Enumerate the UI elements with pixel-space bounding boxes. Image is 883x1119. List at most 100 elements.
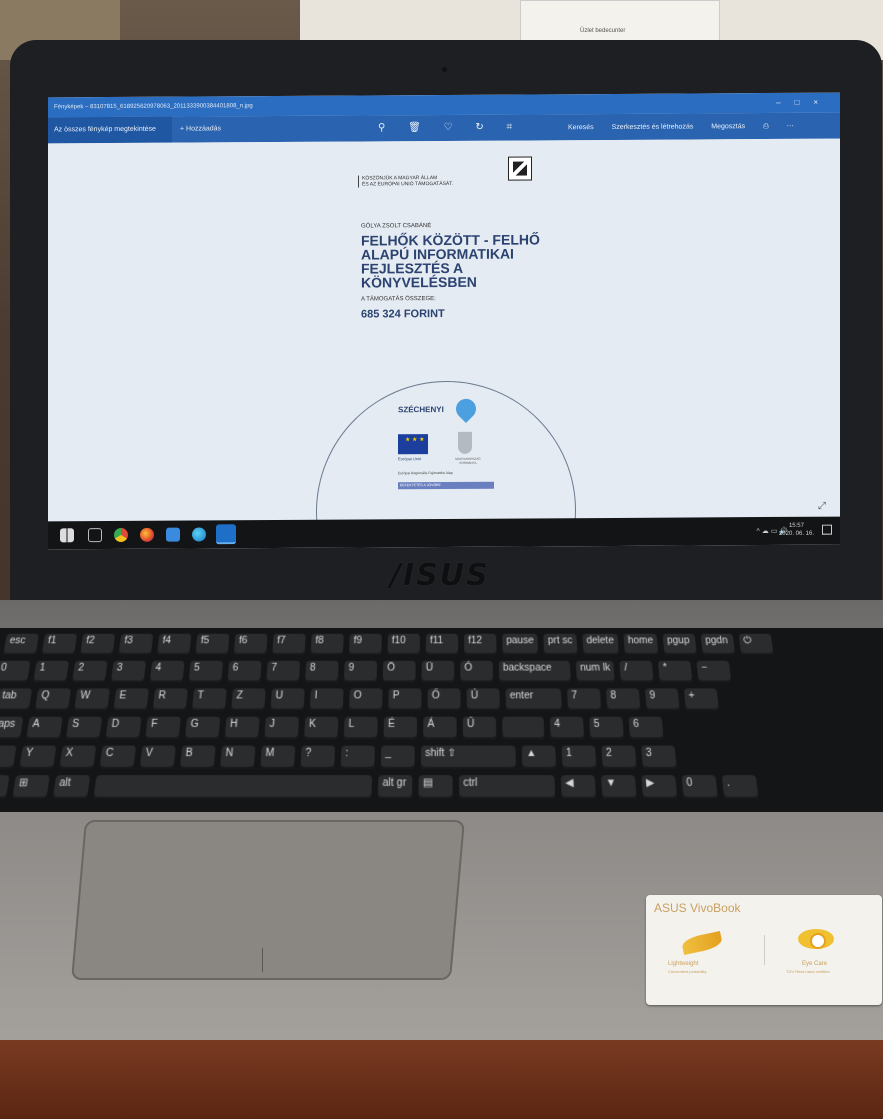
key[interactable]: N [220, 745, 256, 769]
key[interactable]: enter [505, 688, 562, 711]
edit-create-button[interactable]: Szerkesztés és létrehozás [612, 123, 694, 130]
key[interactable]: f6 [233, 633, 268, 655]
search-button[interactable]: Keresés [568, 124, 594, 131]
key[interactable] [93, 775, 373, 799]
key[interactable]: T [191, 688, 227, 711]
key[interactable]: É [383, 716, 418, 740]
key[interactable]: ▼ [600, 775, 637, 799]
key[interactable]: 0 [681, 775, 718, 799]
delete-icon[interactable]: 🗑 [408, 122, 421, 133]
key[interactable]: shift ⇧ [420, 745, 517, 769]
key[interactable]: ◀ [560, 775, 597, 799]
notification-icon[interactable] [822, 524, 832, 535]
firefox-icon[interactable] [140, 527, 154, 542]
key[interactable]: 5 [589, 716, 624, 740]
start-icon[interactable] [60, 528, 74, 543]
key[interactable]: J [264, 716, 300, 740]
key[interactable]: esc [3, 633, 40, 655]
key[interactable]: 7 [266, 660, 301, 683]
key[interactable]: F [145, 716, 181, 740]
key[interactable]: / [619, 660, 655, 683]
key[interactable]: A [26, 716, 63, 740]
key[interactable]: caps [0, 716, 24, 740]
taskbar-clock[interactable]: 15:57 2020. 06. 16. [779, 522, 814, 538]
key[interactable]: ? [300, 745, 336, 769]
key[interactable]: 4 [549, 716, 585, 740]
key[interactable]: E [113, 688, 149, 711]
key[interactable]: G [184, 716, 221, 740]
favorite-icon[interactable]: ♡ [444, 122, 453, 133]
key[interactable]: 3 [641, 745, 677, 769]
key[interactable]: backspace [498, 660, 571, 683]
key[interactable]: delete [582, 633, 619, 655]
key[interactable]: * [658, 660, 693, 683]
key[interactable]: Ó [460, 660, 494, 683]
key[interactable]: H [224, 716, 260, 740]
key[interactable]: I [309, 688, 344, 711]
key[interactable]: f10 [387, 633, 420, 655]
key[interactable]: 2 [601, 745, 637, 769]
key[interactable]: 8 [305, 660, 339, 683]
key[interactable]: f1 [41, 633, 78, 655]
more-icon[interactable]: ⋯ [787, 123, 794, 130]
key[interactable]: W [74, 688, 111, 711]
key[interactable]: 1 [561, 745, 597, 769]
key[interactable]: Í [0, 745, 17, 769]
key[interactable]: − [696, 660, 732, 683]
key[interactable]: B [179, 745, 216, 769]
key[interactable] [502, 716, 545, 740]
key[interactable]: 3 [110, 660, 147, 683]
key[interactable]: f3 [118, 633, 154, 655]
key[interactable]: X [59, 745, 97, 769]
key[interactable]: 7 [567, 688, 602, 711]
keyboard[interactable]: esc f1 f2 f3 f4 f5 f6 f7 f8 f9 f10 f11 f12 paus… [0, 628, 883, 812]
key[interactable]: fn [0, 775, 10, 799]
window-controls[interactable]: –□× [776, 98, 832, 107]
key[interactable]: V [139, 745, 176, 769]
touchpad[interactable] [71, 820, 465, 980]
key[interactable]: f11 [425, 633, 459, 655]
key[interactable]: 6 [227, 660, 262, 683]
key[interactable]: 4 [149, 660, 185, 683]
key[interactable]: 1 [33, 660, 70, 683]
key[interactable]: f8 [310, 633, 344, 655]
key[interactable]: ctrl [458, 775, 556, 799]
key[interactable]: f4 [156, 633, 192, 655]
key[interactable]: Ü [421, 660, 455, 683]
key[interactable]: : [340, 745, 375, 769]
key[interactable]: _ [380, 745, 415, 769]
fullscreen-icon[interactable]: ⤢ [818, 501, 826, 512]
key[interactable]: 5 [188, 660, 224, 683]
edge-icon[interactable] [192, 527, 206, 542]
key[interactable]: + [683, 688, 720, 711]
key[interactable]: ▤ [418, 775, 453, 799]
rotate-icon[interactable]: ↻ [475, 122, 483, 133]
see-all-photos-button[interactable]: Az összes fénykép megtekintése [48, 116, 172, 144]
key[interactable]: Á [423, 716, 457, 740]
chrome-icon[interactable] [114, 527, 128, 543]
key[interactable]: Y [19, 745, 57, 769]
key[interactable]: S [65, 716, 103, 740]
key[interactable]: D [105, 716, 142, 740]
key[interactable]: . [721, 775, 759, 799]
key[interactable]: alt gr [377, 775, 413, 799]
key[interactable]: P [388, 688, 422, 711]
key[interactable]: num lk [575, 660, 616, 683]
zoom-icon[interactable]: ⚲ [378, 122, 385, 133]
key[interactable]: 2 [72, 660, 108, 683]
key[interactable]: f7 [272, 633, 306, 655]
task-view-icon[interactable] [88, 528, 102, 543]
key[interactable]: alt [52, 775, 91, 799]
key[interactable]: L [343, 716, 378, 740]
key[interactable]: f9 [348, 633, 382, 655]
crop-icon[interactable]: ⌗ [507, 122, 513, 133]
share-button[interactable]: Megosztás [711, 123, 745, 130]
key[interactable]: Ö [382, 660, 416, 683]
add-button[interactable]: + Hozzáadás [180, 125, 221, 132]
key[interactable]: C [99, 745, 137, 769]
key[interactable]: Ő [427, 688, 461, 711]
key[interactable]: Q [34, 688, 72, 711]
key[interactable]: 8 [605, 688, 641, 711]
key[interactable]: ▲ [521, 745, 557, 769]
key[interactable]: Ú [466, 688, 500, 711]
